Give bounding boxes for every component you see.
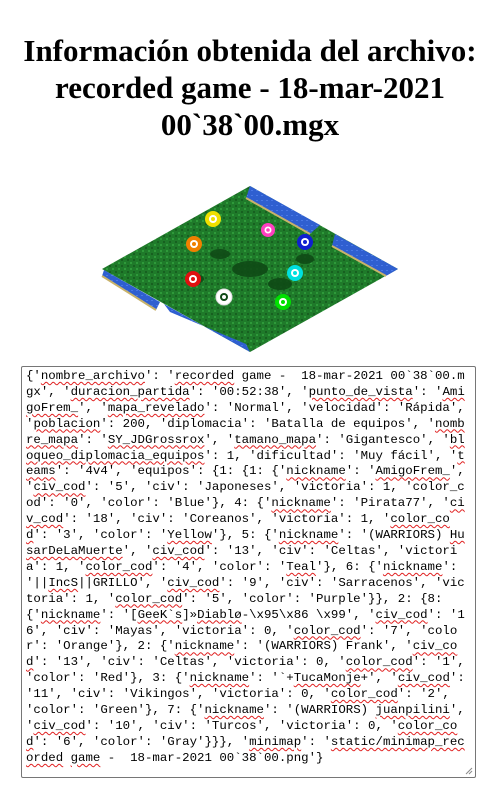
text-segment: '}, 5: {'	[211, 528, 279, 543]
text-segment: ': '18', 'civ': 'Coreanos', 'victoria': …	[63, 512, 391, 527]
spellcheck-flagged-word: civ_cod	[397, 671, 450, 686]
text-segment: ': '	[78, 432, 108, 447]
resize-grip-icon[interactable]	[463, 765, 473, 775]
spellcheck-flagged-word: Yellow	[167, 528, 212, 543]
spellcheck-flagged-word: tamano_mapa	[234, 432, 317, 447]
text-segment: ': '6', 'color': 'Gray'}}}, '	[33, 734, 250, 749]
text-segment: ': '3', 'color': '	[33, 528, 168, 543]
spellcheck-flagged-word: Diablø	[197, 607, 242, 622]
text-segment: ': '4v4', 'equipos': {1: {1: {'	[55, 464, 287, 479]
text-segment: '}, 6: {'	[316, 559, 383, 574]
spellcheck-flagged-word: GeeK`s	[137, 607, 183, 622]
text-segment: ': '10', 'civ': 'Turcos', 'victoria': 0,…	[85, 718, 398, 733]
spellcheck-flagged-word: color_cod	[293, 623, 361, 638]
text-segment: ||GRILLO', '	[78, 575, 168, 590]
game-info-text: {'nombre_archivo': 'recorded game - 18-m…	[26, 369, 471, 767]
page-title: Información obtenida del archivo: record…	[8, 32, 492, 143]
player-marker-blue	[297, 234, 313, 250]
text-segment: ': '00:52:38', '	[189, 384, 309, 399]
text-segment: ', '	[78, 400, 108, 415]
text-segment: ': '`+	[249, 671, 294, 686]
spellcheck-flagged-word: nickname	[40, 607, 101, 622]
text-segment: ': '	[345, 464, 376, 479]
spellcheck-flagged-word: civ_cod	[152, 543, 205, 558]
text-segment: {'	[26, 369, 41, 383]
text-segment: ': '	[301, 734, 331, 749]
text-segment: ]»	[182, 607, 198, 622]
spellcheck-flagged-word: civ_cod	[33, 718, 86, 733]
player-marker-red	[185, 271, 201, 287]
spellcheck-flagged-word: civ_cod	[167, 575, 220, 590]
text-segment: ': '	[144, 369, 175, 383]
text-segment: ': '(WARRIORS)	[338, 528, 450, 543]
spellcheck-flagged-word: civ_cod	[33, 480, 86, 495]
text-segment: ': '4', 'color': '	[152, 559, 287, 574]
player-marker-yellow	[205, 211, 221, 227]
page-title-line-2: recorded game - 18-mar-2021	[55, 70, 445, 105]
minimap-image	[101, 186, 398, 352]
spellcheck-flagged-word: AmigoFrem_	[375, 464, 450, 479]
spellcheck-flagged-word: color_cod	[330, 687, 398, 702]
spellcheck-flagged-word: punto_de_vista	[308, 384, 413, 399]
text-segment: ', '	[122, 543, 153, 558]
player-marker-teal	[287, 265, 303, 281]
spellcheck-flagged-word: nickname	[271, 496, 331, 511]
player-marker-purple	[261, 223, 275, 237]
spellcheck-flagged-word: recorded	[174, 369, 235, 383]
text-segment: +', '	[360, 671, 398, 686]
spellcheck-flagged-word: SY_JDGrossrox	[107, 432, 205, 447]
spellcheck-flagged-word: color_cod	[345, 655, 413, 670]
text-segment: ': 'Pirata77', '	[330, 496, 450, 511]
text-segment: ', '	[204, 432, 235, 447]
spellcheck-flagged-word: nickname	[278, 528, 339, 543]
spellcheck-flagged-word: nickname	[286, 464, 346, 479]
text-segment	[63, 751, 70, 765]
spellcheck-flagged-word: game	[70, 750, 101, 765]
text-segment: - 18-mar-2021 00`38`00.png'}	[100, 750, 324, 765]
spellcheck-flagged-word: TucaMonje	[293, 671, 361, 686]
text-segment: ': '	[412, 384, 443, 399]
spellcheck-flagged-word: nickname	[174, 639, 235, 654]
spellcheck-flagged-word: minimap	[249, 734, 302, 749]
spellcheck-flagged-word: color_cod	[85, 559, 153, 574]
text-segment: ': '(WARRIORS)	[263, 703, 376, 718]
player-marker-orange	[186, 236, 202, 252]
text-segment: -\x95\x86 \x99', '	[241, 607, 376, 622]
text-segment: ': 1, 'dificultad': 'Muy fácil', '	[204, 448, 458, 463]
text-segment: ': '(WARRIORS) Frank', '	[234, 639, 413, 654]
spellcheck-flagged-word: nickname	[382, 559, 443, 574]
player-marker-green	[275, 294, 291, 310]
text-segment: ': 'Gigantesco', '	[316, 432, 450, 447]
text-segment: ': 200, 'diplomacia': 'Batalla de equipo…	[100, 416, 435, 431]
text-segment: ': '[	[100, 607, 138, 622]
game-info-textarea[interactable]: {'nombre_archivo': 'recorded game - 18-m…	[21, 366, 476, 778]
text-segment: ': '13', 'civ': 'Celtas', 'victoria': 0,…	[33, 655, 346, 670]
page-title-line-3: 00`38`00.mgx	[160, 107, 340, 142]
spellcheck-flagged-word: civ_cod	[375, 607, 428, 622]
player-marker-gray	[215, 288, 233, 306]
spellcheck-flagged-word: duracion_partida	[70, 384, 190, 399]
spellcheck-flagged-word: IncS	[48, 575, 79, 590]
page-title-line-1: Información obtenida del archivo:	[23, 33, 477, 68]
spellcheck-flagged-word: poblacion	[33, 416, 101, 431]
spellcheck-flagged-word: juanpilini	[375, 703, 450, 718]
spellcheck-flagged-word: nombre_archivo	[40, 369, 145, 383]
spellcheck-flagged-word: mapa_revelado	[107, 400, 205, 415]
spellcheck-flagged-word: color_cod	[115, 591, 183, 606]
spellcheck-flagged-word: nickname	[204, 703, 264, 718]
spellcheck-flagged-word: Teal	[286, 559, 317, 574]
spellcheck-flagged-word: nickname	[189, 671, 250, 686]
